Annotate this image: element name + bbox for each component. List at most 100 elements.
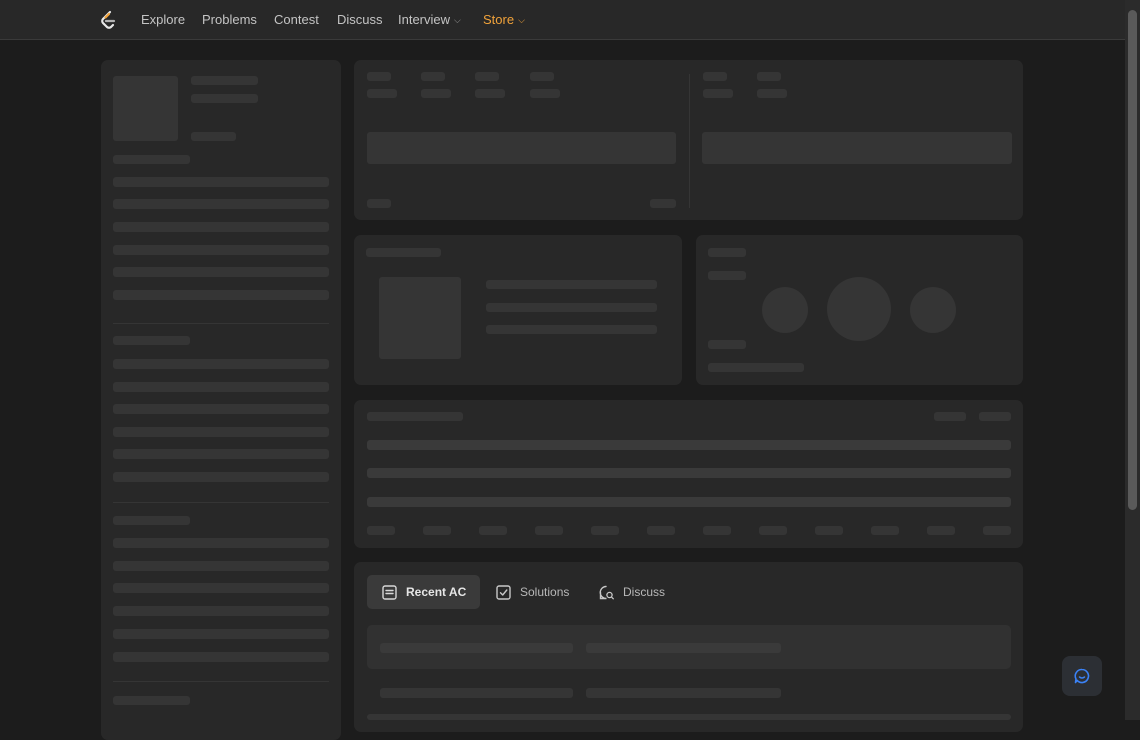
month-label-skeleton bbox=[479, 526, 507, 535]
nav-explore[interactable]: Explore bbox=[141, 12, 185, 27]
skeleton-line bbox=[475, 72, 499, 81]
nav-interview-label: Interview bbox=[398, 12, 451, 27]
skeleton-line bbox=[113, 382, 329, 392]
skeleton-line bbox=[367, 72, 391, 81]
skeleton-line bbox=[586, 643, 781, 653]
skeleton-line bbox=[113, 583, 329, 593]
floating-chat-button[interactable] bbox=[1062, 656, 1102, 696]
month-label-skeleton bbox=[983, 526, 1011, 535]
skeleton-line bbox=[367, 412, 463, 421]
skeleton-line bbox=[367, 199, 391, 208]
skeleton-line bbox=[757, 72, 781, 81]
skeleton-line bbox=[530, 72, 554, 81]
skeleton-line bbox=[703, 72, 727, 81]
skeleton-line bbox=[367, 714, 1011, 720]
skeleton-line bbox=[113, 606, 329, 616]
skeleton-line bbox=[367, 440, 1011, 450]
skeleton-line bbox=[486, 325, 657, 334]
month-label-skeleton bbox=[591, 526, 619, 535]
skeleton-line bbox=[367, 89, 397, 98]
skeleton-line bbox=[191, 76, 258, 85]
month-label-skeleton bbox=[423, 526, 451, 535]
skeleton-line bbox=[486, 303, 657, 312]
avatar-skeleton bbox=[113, 76, 178, 141]
skeleton-line bbox=[113, 427, 329, 437]
skeleton-line bbox=[367, 468, 1011, 478]
tab-recent-ac-label: Recent AC bbox=[406, 585, 467, 599]
nav-store[interactable]: Store ⌵ bbox=[483, 12, 525, 27]
skeleton-line bbox=[113, 199, 329, 209]
skeleton-line bbox=[113, 222, 329, 232]
skeleton-line bbox=[113, 652, 329, 662]
skeleton-line bbox=[113, 449, 329, 459]
skeleton-line bbox=[650, 199, 676, 208]
skeleton-line bbox=[113, 472, 329, 482]
nav-interview[interactable]: Interview ⌵ bbox=[398, 12, 461, 27]
divider bbox=[113, 681, 329, 682]
chat-bubble-icon bbox=[1074, 668, 1090, 684]
badges-card-skeleton bbox=[354, 235, 682, 385]
chart-skeleton bbox=[367, 132, 676, 164]
skeleton-line bbox=[486, 280, 657, 289]
page-scrollbar-thumb[interactable] bbox=[1128, 10, 1137, 510]
list-row-skeleton bbox=[367, 625, 1011, 669]
skeleton-line bbox=[366, 248, 441, 257]
chat-search-icon bbox=[599, 585, 614, 599]
skeleton-line bbox=[530, 89, 560, 98]
skeleton-line bbox=[113, 336, 190, 345]
skeleton-line bbox=[113, 359, 329, 369]
month-label-skeleton bbox=[927, 526, 955, 535]
chevron-down-icon: ⌵ bbox=[518, 15, 525, 25]
divider bbox=[113, 323, 329, 324]
progress-circle-skeleton bbox=[910, 287, 956, 333]
skeleton-line bbox=[191, 132, 236, 141]
skeleton-line bbox=[113, 696, 190, 705]
tab-recent-ac[interactable]: Recent AC bbox=[367, 575, 481, 609]
skeleton-line bbox=[421, 72, 445, 81]
solved-problems-skeleton bbox=[696, 235, 1023, 385]
skeleton-line bbox=[113, 177, 329, 187]
badge-image-skeleton bbox=[379, 277, 461, 359]
month-label-skeleton bbox=[703, 526, 731, 535]
skeleton-line bbox=[703, 89, 733, 98]
month-label-skeleton bbox=[871, 526, 899, 535]
checkbox-icon bbox=[496, 584, 511, 600]
skeleton-line bbox=[708, 271, 746, 280]
skeleton-line bbox=[380, 688, 573, 698]
top-navbar: Explore Problems Contest Discuss Intervi… bbox=[0, 0, 1125, 40]
nav-problems[interactable]: Problems bbox=[202, 12, 257, 27]
list-doc-icon bbox=[382, 584, 397, 600]
skeleton-line bbox=[113, 561, 329, 571]
skeleton-line bbox=[113, 404, 329, 414]
skeleton-line bbox=[113, 290, 329, 300]
nav-contest[interactable]: Contest bbox=[274, 12, 319, 27]
submission-calendar-skeleton bbox=[354, 400, 1023, 548]
skeleton-line bbox=[475, 89, 505, 98]
chart-skeleton bbox=[702, 132, 1012, 164]
skeleton-line bbox=[708, 340, 746, 349]
divider bbox=[113, 502, 329, 503]
skeleton-line bbox=[113, 155, 190, 164]
progress-circle-skeleton bbox=[827, 277, 891, 341]
skeleton-line bbox=[113, 516, 190, 525]
month-label-skeleton bbox=[647, 526, 675, 535]
divider bbox=[689, 74, 690, 208]
skeleton-line bbox=[191, 94, 258, 103]
skeleton-line bbox=[708, 248, 746, 257]
skeleton-line bbox=[421, 89, 451, 98]
tab-solutions-label: Solutions bbox=[520, 585, 570, 599]
skeleton-line bbox=[380, 643, 573, 653]
nav-discuss[interactable]: Discuss bbox=[337, 12, 383, 27]
nav-store-label: Store bbox=[483, 12, 515, 27]
skeleton-line bbox=[586, 688, 781, 698]
recent-activity-card: Recent AC Solutions Discuss bbox=[354, 562, 1023, 732]
leetcode-logo-icon[interactable] bbox=[99, 10, 117, 30]
skeleton-line bbox=[113, 538, 329, 548]
skeleton-line bbox=[979, 412, 1011, 421]
month-label-skeleton bbox=[367, 526, 395, 535]
tab-discuss[interactable]: Discuss bbox=[584, 575, 679, 609]
skeleton-line bbox=[757, 89, 787, 98]
progress-circle-skeleton bbox=[762, 287, 808, 333]
tab-solutions[interactable]: Solutions bbox=[481, 575, 583, 609]
skeleton-line bbox=[708, 363, 804, 372]
